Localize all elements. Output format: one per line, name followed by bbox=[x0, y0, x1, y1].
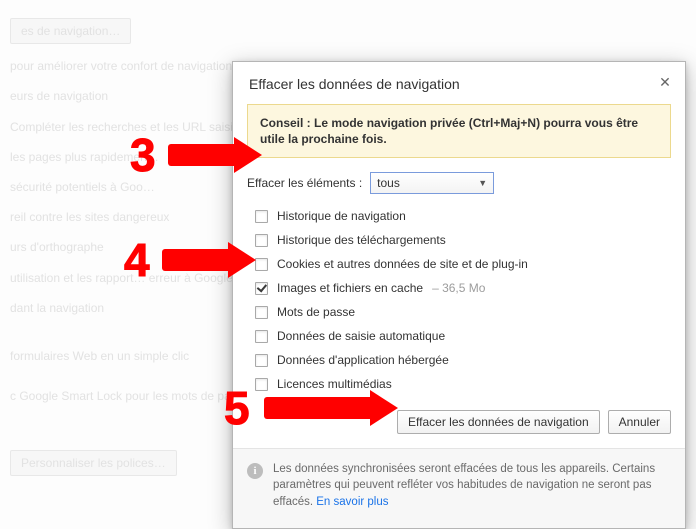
bg-fonts-button: Personnaliser les polices… bbox=[10, 450, 177, 476]
time-range-select[interactable]: tous ▼ bbox=[370, 172, 494, 194]
option-row[interactable]: Cookies et autres données de site et de … bbox=[255, 252, 677, 276]
learn-more-link[interactable]: En savoir plus bbox=[316, 496, 388, 508]
option-label: Cookies et autres données de site et de … bbox=[277, 257, 528, 271]
tip-label: Conseil : bbox=[260, 116, 314, 130]
tip-text: Le mode navigation privée (Ctrl+Maj+N) p… bbox=[260, 116, 638, 146]
dialog-title: Effacer les données de navigation bbox=[249, 76, 460, 92]
clear-browsing-data-dialog: Effacer les données de navigation ✕ Cons… bbox=[232, 61, 686, 529]
options-list: Historique de navigation Historique des t… bbox=[233, 204, 685, 402]
time-range-label: Effacer les éléments : bbox=[247, 176, 362, 190]
checkbox[interactable] bbox=[255, 330, 268, 343]
option-sublabel: – 36,5 Mo bbox=[432, 281, 485, 295]
option-row[interactable]: Licences multimédias bbox=[255, 372, 677, 396]
bg-pill-nav: es de navigation… bbox=[10, 18, 131, 44]
checkbox[interactable] bbox=[255, 234, 268, 247]
option-label: Historique des téléchargements bbox=[277, 233, 446, 247]
option-row[interactable]: Données de saisie automatique bbox=[255, 324, 677, 348]
option-label: Données d'application hébergée bbox=[277, 353, 449, 367]
checkbox[interactable] bbox=[255, 378, 268, 391]
chevron-down-icon: ▼ bbox=[478, 178, 487, 188]
close-icon[interactable]: ✕ bbox=[655, 72, 675, 92]
cancel-button[interactable]: Annuler bbox=[608, 410, 671, 434]
checkbox[interactable] bbox=[255, 258, 268, 271]
option-row[interactable]: Historique de navigation bbox=[255, 204, 677, 228]
checkbox[interactable] bbox=[255, 306, 268, 319]
option-row[interactable]: Données d'application hébergée bbox=[255, 348, 677, 372]
time-range-value: tous bbox=[377, 176, 400, 190]
clear-data-button[interactable]: Effacer les données de navigation bbox=[397, 410, 600, 434]
footer-text: Les données synchronisées seront effacée… bbox=[273, 461, 671, 509]
checkbox[interactable] bbox=[255, 354, 268, 367]
option-label: Données de saisie automatique bbox=[277, 329, 445, 343]
option-row[interactable]: Images et fichiers en cache – 36,5 Mo bbox=[255, 276, 677, 300]
option-label: Historique de navigation bbox=[277, 209, 406, 223]
option-label: Mots de passe bbox=[277, 305, 355, 319]
option-label: Licences multimédias bbox=[277, 377, 392, 391]
option-row[interactable]: Historique des téléchargements bbox=[255, 228, 677, 252]
option-label: Images et fichiers en cache bbox=[277, 281, 423, 295]
option-row[interactable]: Mots de passe bbox=[255, 300, 677, 324]
checkbox[interactable] bbox=[255, 282, 268, 295]
info-icon: i bbox=[247, 463, 263, 479]
incognito-tip: Conseil : Le mode navigation privée (Ctr… bbox=[247, 104, 671, 158]
checkbox[interactable] bbox=[255, 210, 268, 223]
